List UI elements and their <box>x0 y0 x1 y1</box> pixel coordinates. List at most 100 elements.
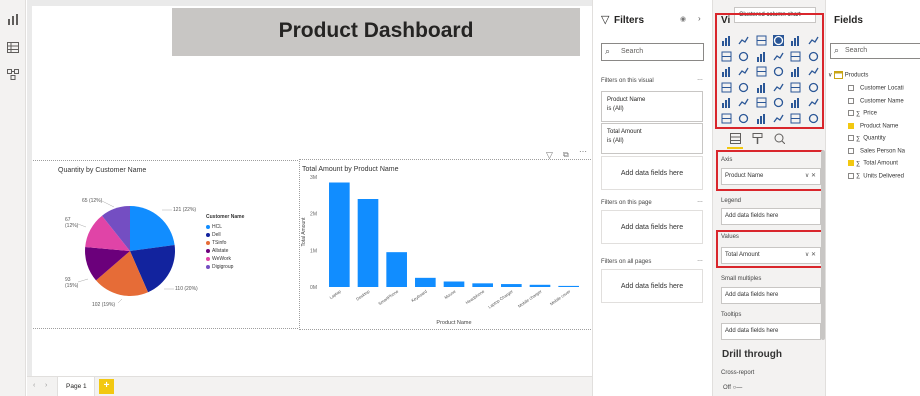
legend-dot-icon <box>206 256 210 261</box>
active-tab-indicator <box>727 147 743 149</box>
report-view-icon[interactable] <box>7 14 19 25</box>
highlight-visual-gallery <box>715 13 824 129</box>
filter-icon[interactable]: ▽ <box>546 150 553 161</box>
filter-add-fields-page[interactable]: Add data fields here <box>601 210 703 244</box>
field-item[interactable]: Customer Name <box>848 97 904 105</box>
field-item[interactable]: ∑ Total Amount <box>848 160 898 167</box>
bar-keyboard[interactable] <box>415 277 436 287</box>
field-item[interactable]: ∑ Quantity <box>848 135 886 142</box>
collapse-filters-icon[interactable]: › <box>698 14 701 23</box>
pie-visual[interactable]: Quantity by Customer Name 65 (12%) 121 (… <box>34 161 296 327</box>
bar-headphone[interactable] <box>472 283 493 287</box>
focus-mode-icon[interactable]: ⧉ <box>563 150 569 160</box>
field-item[interactable]: ∑ Price <box>848 110 877 117</box>
checkbox-checked-icon[interactable] <box>848 122 854 129</box>
bar-chart[interactable]: 3M 2M 1M 0M Total Amount Laptop Desktop SmartPh… <box>299 159 593 330</box>
pie-legend-item[interactable]: Digigroup <box>206 264 233 270</box>
checkbox-icon[interactable] <box>848 85 854 91</box>
filter-card-product-name[interactable]: Product Name is (All) <box>601 91 703 122</box>
bar-mouse[interactable] <box>443 281 465 288</box>
field-item[interactable]: Sales Person Na <box>848 147 905 154</box>
filters-more-icon[interactable]: … <box>697 198 703 204</box>
field-label: Customer Name <box>860 98 904 105</box>
filters-on-page-header: Filters on this page <box>601 200 652 206</box>
pie-legend-item[interactable]: Allstate <box>206 248 228 254</box>
bar-mobile-charger[interactable] <box>529 284 551 287</box>
x-tick-label: SmartPhone <box>377 288 399 306</box>
filters-search-input[interactable]: ⌕ Search <box>601 43 704 61</box>
field-item[interactable]: Customer Locati <box>848 85 904 92</box>
view-rail <box>0 0 26 396</box>
checkbox-icon[interactable] <box>848 135 854 141</box>
x-tick-label: Mobile charger <box>517 288 543 308</box>
pie-label: 102 (19%) <box>92 302 116 308</box>
filters-more-icon[interactable]: … <box>697 257 703 263</box>
data-view-icon[interactable] <box>7 42 19 53</box>
table-products[interactable]: ∨ Products <box>828 71 868 79</box>
field-label: Product Name <box>860 123 899 130</box>
tab-page-1[interactable]: Page 1 <box>57 377 95 396</box>
pie-leader-lines <box>77 200 174 304</box>
legend-label: HCL <box>212 224 223 230</box>
fields-title: Fields <box>834 15 863 26</box>
filter-card-name: Total Amount <box>607 129 642 135</box>
bar-laptop[interactable] <box>329 182 350 288</box>
field-label: Quantity <box>863 135 886 142</box>
page-title: Product Dashboard <box>278 19 474 42</box>
format-paint-icon[interactable] <box>752 133 763 144</box>
bar-desktop[interactable] <box>357 199 379 287</box>
filters-more-icon[interactable]: … <box>697 76 703 82</box>
legend-label: WeWork <box>212 256 231 262</box>
pie-legend-item[interactable]: HCL <box>206 224 222 230</box>
more-options-icon[interactable]: ⋯ <box>579 147 587 156</box>
pie-legend-item[interactable]: Dell <box>206 232 221 238</box>
checkbox-icon[interactable] <box>848 172 854 179</box>
pie-legend-item[interactable]: WeWork <box>206 256 231 262</box>
field-item[interactable]: ∑ Units Delivered <box>848 172 904 180</box>
toggle-state: Off <box>723 385 731 391</box>
legend-label: TSinfo <box>212 240 227 246</box>
filter-card-total-amount[interactable]: Total Amount is (All) <box>601 123 703 154</box>
add-page-button[interactable]: + <box>99 379 114 394</box>
next-page-icon[interactable]: › <box>45 382 47 389</box>
prev-page-icon[interactable]: ‹ <box>33 382 35 389</box>
fields-tab-icon[interactable] <box>730 133 741 144</box>
y-tick-label: 3M <box>310 175 317 181</box>
x-axis-label: Product Name <box>436 320 471 326</box>
legend-dot-icon <box>206 264 210 269</box>
title-textbox[interactable]: Product Dashboard <box>172 8 580 56</box>
filter-add-fields-all[interactable]: Add data fields here <box>601 269 703 303</box>
field-label: Units Delivered <box>863 173 904 180</box>
checkbox-icon[interactable] <box>848 147 854 154</box>
legend-dot-icon <box>206 240 210 245</box>
bar-smartphone[interactable] <box>386 252 407 287</box>
toggle-icon: ○— <box>732 385 743 391</box>
pie-legend-item[interactable]: TSinfo <box>206 240 226 246</box>
cross-report-toggle[interactable]: Off ○— <box>723 385 742 391</box>
legend-label: Legend <box>721 198 742 204</box>
filters-title: Filters <box>614 15 645 26</box>
x-tick-label: Laptop Charger <box>487 288 514 309</box>
bar-laptop-charger[interactable] <box>501 284 522 287</box>
highlight-values <box>716 230 823 268</box>
fields-search-input[interactable]: ⌕ Search <box>830 43 920 59</box>
field-label: Price <box>863 110 877 117</box>
filters-pane: ▽ Filters ◉ › ⌕ Search Filters on this v… <box>592 0 712 396</box>
pie-label: 65 (12%) <box>82 198 103 204</box>
y-tick-label: 2M <box>310 212 317 218</box>
checkbox-icon[interactable] <box>848 97 854 104</box>
filter-add-fields-visual[interactable]: Add data fields here <box>601 156 703 190</box>
small-multiples-well[interactable]: Add data fields here <box>721 287 821 304</box>
field-item[interactable]: Product Name <box>848 122 899 130</box>
analytics-icon[interactable] <box>774 133 785 144</box>
checkbox-icon[interactable] <box>848 110 854 116</box>
checkbox-checked-icon[interactable] <box>848 160 854 166</box>
model-view-icon[interactable] <box>7 69 19 80</box>
legend-well[interactable]: Add data fields here <box>721 208 821 225</box>
pie-legend-title: Customer Name <box>206 214 245 220</box>
bar-visual[interactable]: Total Amount by Product Name 3M 2M 1M 0M Tot… <box>299 159 593 330</box>
bar-mobile-cover[interactable] <box>558 285 579 287</box>
sigma-icon: ∑ <box>856 160 861 167</box>
tooltips-well[interactable]: Add data fields here <box>721 323 821 340</box>
eye-icon[interactable]: ◉ <box>680 15 686 23</box>
